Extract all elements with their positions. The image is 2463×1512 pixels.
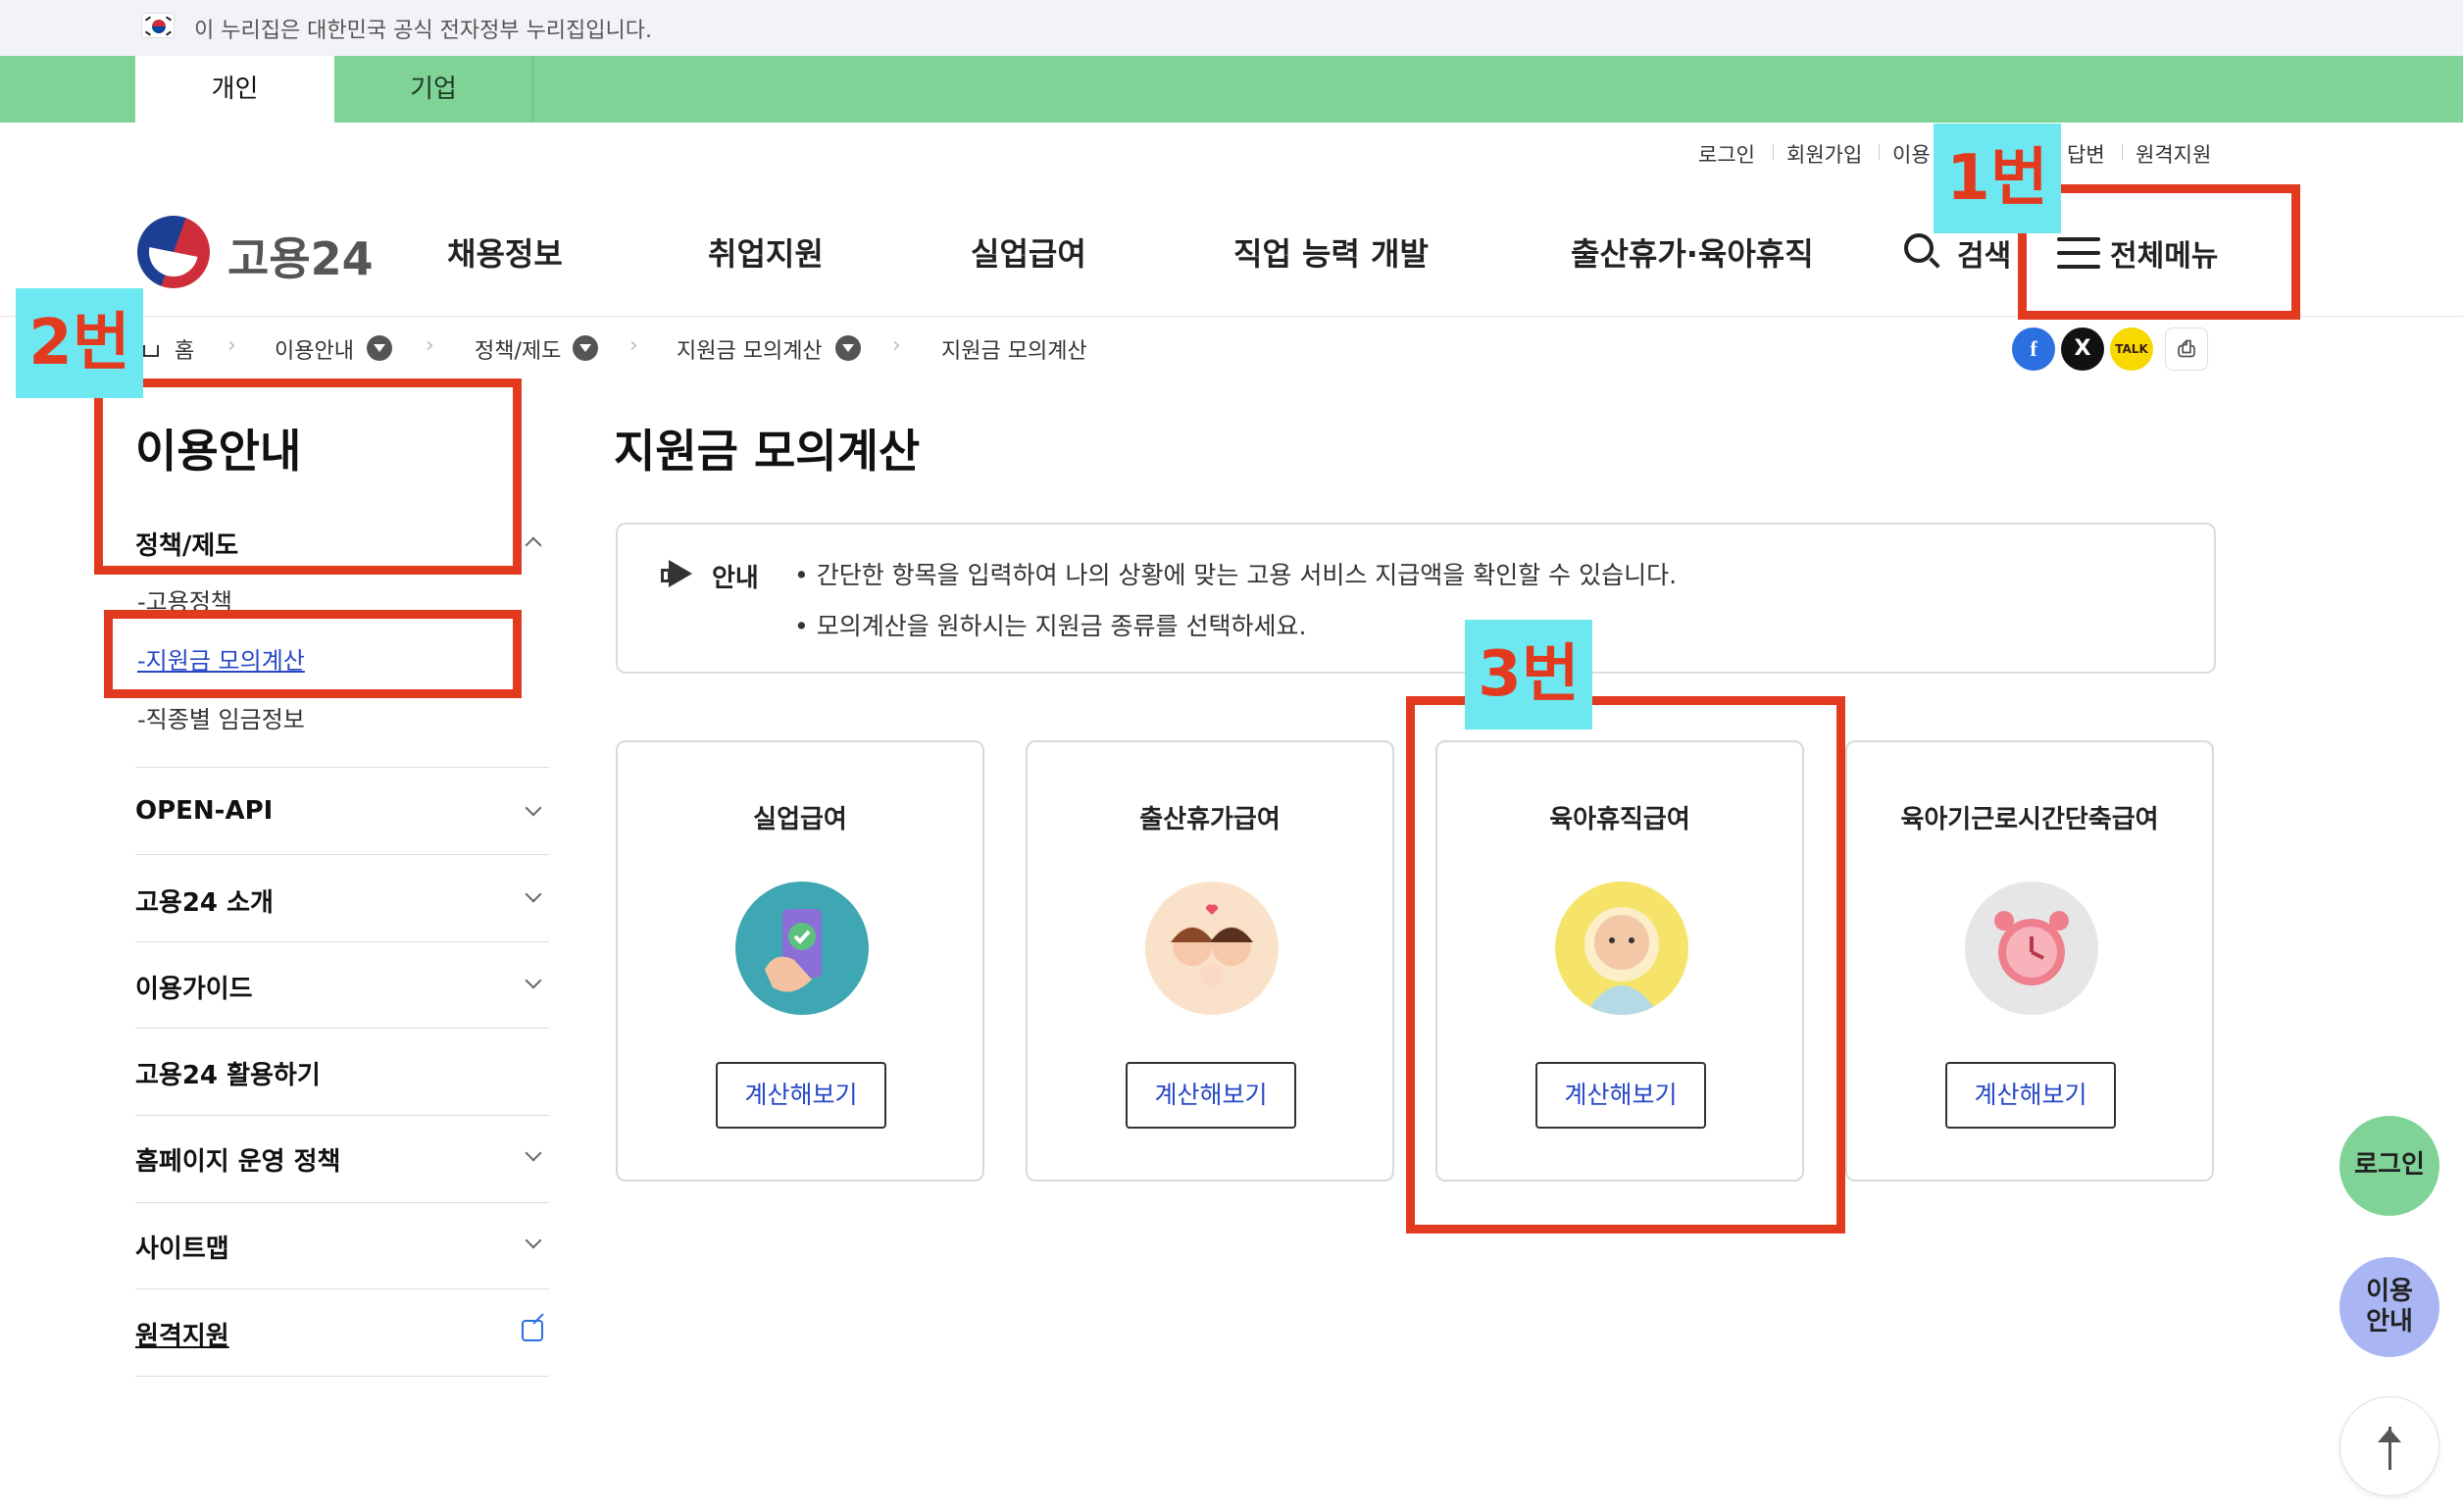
kakaotalk-icon[interactable]: TALK xyxy=(2110,328,2153,371)
floating-guide-button[interactable]: 이용 안내 xyxy=(2339,1257,2439,1357)
x-icon[interactable]: X xyxy=(2061,328,2104,371)
nav-employment-support[interactable]: 취업지원 xyxy=(708,229,824,275)
nav-job-skills[interactable]: 직업 능력 개발 xyxy=(1233,229,1429,275)
family-icon xyxy=(1145,882,1279,1015)
breadcrumb-subsidy-calc[interactable]: 지원금 모의계산 xyxy=(677,333,823,365)
logo-text: 고용24 xyxy=(227,232,374,285)
annotation-tag-2: 2번 xyxy=(16,288,143,398)
sidebar-section-site-policy[interactable]: 홈페이지 운영 정책 xyxy=(135,1141,340,1178)
chevron-down-icon[interactable] xyxy=(525,799,542,817)
sidebar-section-sitemap[interactable]: 사이트맵 xyxy=(135,1229,229,1265)
sidebar-divider xyxy=(135,1376,549,1377)
breadcrumb-dropdown-icon[interactable] xyxy=(367,335,392,361)
nav-parental-leave[interactable]: 출산휴가·육아휴직 xyxy=(1571,229,1814,275)
sidebar-divider xyxy=(135,1115,549,1116)
card-maternity-leave-benefit: 출산휴가급여 계산해보기 xyxy=(1026,740,1394,1182)
card-title: 실업급여 xyxy=(753,805,847,834)
annotation-box-3 xyxy=(1406,696,1845,1234)
external-link-icon[interactable] xyxy=(522,1320,543,1341)
login-link[interactable]: 로그인 xyxy=(1698,139,1755,169)
notice-line: • 간단한 항목을 입력하여 나의 상황에 맞는 고용 서비스 지급액을 확인할… xyxy=(794,561,1678,589)
phone-check-icon xyxy=(735,882,869,1015)
notice-label: 안내 xyxy=(712,564,759,593)
sidebar-item-wage-info[interactable]: -직종별 임금정보 xyxy=(137,700,305,734)
floating-guide-label-1: 이용 xyxy=(2366,1276,2413,1306)
sidebar-section-utilize[interactable]: 고용24 활용하기 xyxy=(135,1055,321,1091)
gov-banner: 이 누리집은 대한민국 공식 전자정부 누리집입니다. xyxy=(0,0,2463,56)
nav-jobs[interactable]: 채용정보 xyxy=(447,229,563,275)
calculate-button[interactable]: 계산해보기 xyxy=(1945,1062,2116,1129)
chevron-down-icon[interactable] xyxy=(525,972,542,989)
sidebar-divider xyxy=(135,1288,549,1289)
card-title: 육아기근로시간단축급여 xyxy=(1900,805,2159,834)
scroll-to-top-button[interactable] xyxy=(2339,1396,2439,1496)
annotation-box-2b xyxy=(104,610,522,698)
sidebar-divider xyxy=(135,854,549,855)
alarm-clock-icon xyxy=(1965,882,2098,1015)
breadcrumb-separator: › xyxy=(426,333,434,358)
annotation-tag-3: 3번 xyxy=(1465,620,1592,730)
card-unemployment-benefit: 실업급여 계산해보기 xyxy=(616,740,984,1182)
breadcrumb-dropdown-icon[interactable] xyxy=(835,335,861,361)
print-icon[interactable]: ⎙ xyxy=(2165,328,2208,371)
floating-login-label: 로그인 xyxy=(2354,1150,2425,1181)
sidebar-section-about[interactable]: 고용24 소개 xyxy=(135,882,274,919)
megaphone-icon xyxy=(661,560,694,589)
page-title: 지원금 모의계산 xyxy=(614,425,921,478)
sidebar-divider xyxy=(135,1028,549,1029)
chevron-up-icon[interactable] xyxy=(525,536,542,554)
nav-unemployment-benefits[interactable]: 실업급여 xyxy=(971,229,1086,275)
gov-emblem-icon xyxy=(137,216,210,288)
chevron-down-icon[interactable] xyxy=(525,1232,542,1249)
sidebar-divider xyxy=(135,767,549,768)
calculate-button[interactable]: 계산해보기 xyxy=(716,1062,886,1129)
breadcrumb-dropdown-icon[interactable] xyxy=(573,335,598,361)
chevron-down-icon[interactable] xyxy=(525,885,542,903)
floating-login-button[interactable]: 로그인 xyxy=(2339,1116,2439,1216)
breadcrumb-policy[interactable]: 정책/제도 xyxy=(475,333,561,365)
annotation-box-2a xyxy=(94,378,522,575)
audience-tab-bar: 개인 기업 xyxy=(0,56,2463,123)
sidebar-divider xyxy=(135,941,549,942)
breadcrumb-separator: › xyxy=(227,333,236,358)
sidebar-section-open-api[interactable]: OPEN-API xyxy=(135,796,273,826)
usage-link[interactable]: 이용 xyxy=(1892,139,1931,169)
floating-guide-label-2: 안내 xyxy=(2366,1307,2413,1336)
calculate-button[interactable]: 계산해보기 xyxy=(1126,1062,1296,1129)
tab-business[interactable]: 기업 xyxy=(334,56,533,123)
breadcrumb-separator: › xyxy=(892,333,901,358)
tab-personal[interactable]: 개인 xyxy=(135,56,334,123)
sidebar-divider xyxy=(135,1202,549,1203)
card-title: 출산휴가급여 xyxy=(1139,805,1281,834)
signup-link[interactable]: 회원가입 xyxy=(1786,139,1862,169)
breadcrumb-current: 지원금 모의계산 xyxy=(941,339,1087,364)
notice-box: 안내 • 간단한 항목을 입력하여 나의 상황에 맞는 고용 서비스 지급액을 … xyxy=(616,523,2216,674)
search-icon[interactable] xyxy=(1904,233,1941,271)
breadcrumb-home[interactable]: 홈 xyxy=(175,333,194,365)
gov-banner-text: 이 누리집은 대한민국 공식 전자정부 누리집입니다. xyxy=(194,19,653,43)
sidebar-section-guide[interactable]: 이용가이드 xyxy=(135,969,253,1005)
annotation-tag-1: 1번 xyxy=(1934,124,2061,233)
search-button[interactable]: 검색 xyxy=(1957,231,2011,275)
notice-line: • 모의계산을 원하시는 지원금 종류를 선택하세요. xyxy=(794,612,1307,640)
breadcrumb-separator: › xyxy=(629,333,638,358)
answer-link[interactable]: 답변 xyxy=(2067,139,2105,169)
sidebar-section-remote-support[interactable]: 원격지원 xyxy=(135,1316,229,1352)
korea-flag-icon xyxy=(141,13,175,38)
remote-support-link[interactable]: 원격지원 xyxy=(2136,139,2211,169)
card-reduced-hours-benefit: 육아기근로시간단축급여 계산해보기 xyxy=(1845,740,2214,1182)
facebook-icon[interactable]: f xyxy=(2012,328,2055,371)
breadcrumb-usage[interactable]: 이용안내 xyxy=(275,333,354,365)
chevron-down-icon[interactable] xyxy=(525,1144,542,1162)
